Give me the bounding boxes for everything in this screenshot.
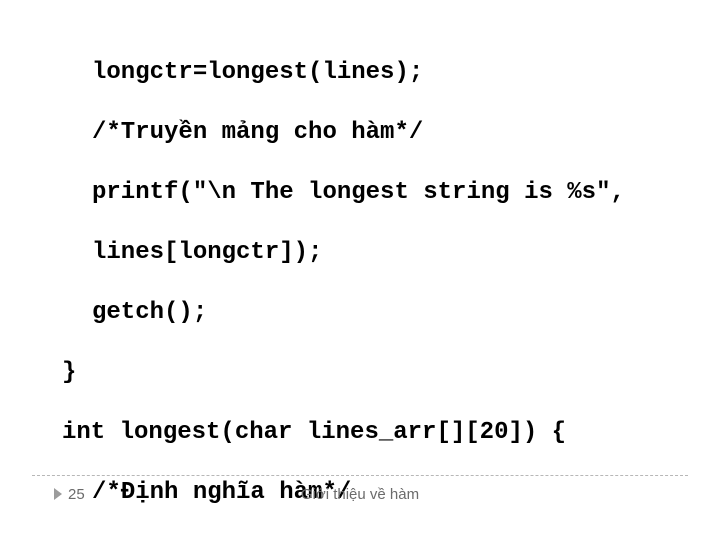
code-line: /*Truyền mảng cho hàm*/ [62, 118, 720, 148]
code-line: longctr=longest(lines); [62, 58, 720, 88]
code-line: } [62, 358, 720, 388]
code-line: printf("\n The longest string is %s", [62, 178, 720, 208]
code-line: getch(); [62, 298, 720, 328]
slide: longctr=longest(lines); /*Truyền mảng ch… [0, 0, 720, 540]
footer-divider [32, 475, 688, 476]
code-block: longctr=longest(lines); /*Truyền mảng ch… [0, 28, 720, 540]
footer-title: Giới thiệu về hàm [0, 486, 720, 503]
code-line: lines[longctr]); [62, 238, 720, 268]
code-line: int longest(char lines_arr[][20]) { [62, 418, 720, 448]
footer: 25 Giới thiệu về hàm [0, 484, 720, 508]
